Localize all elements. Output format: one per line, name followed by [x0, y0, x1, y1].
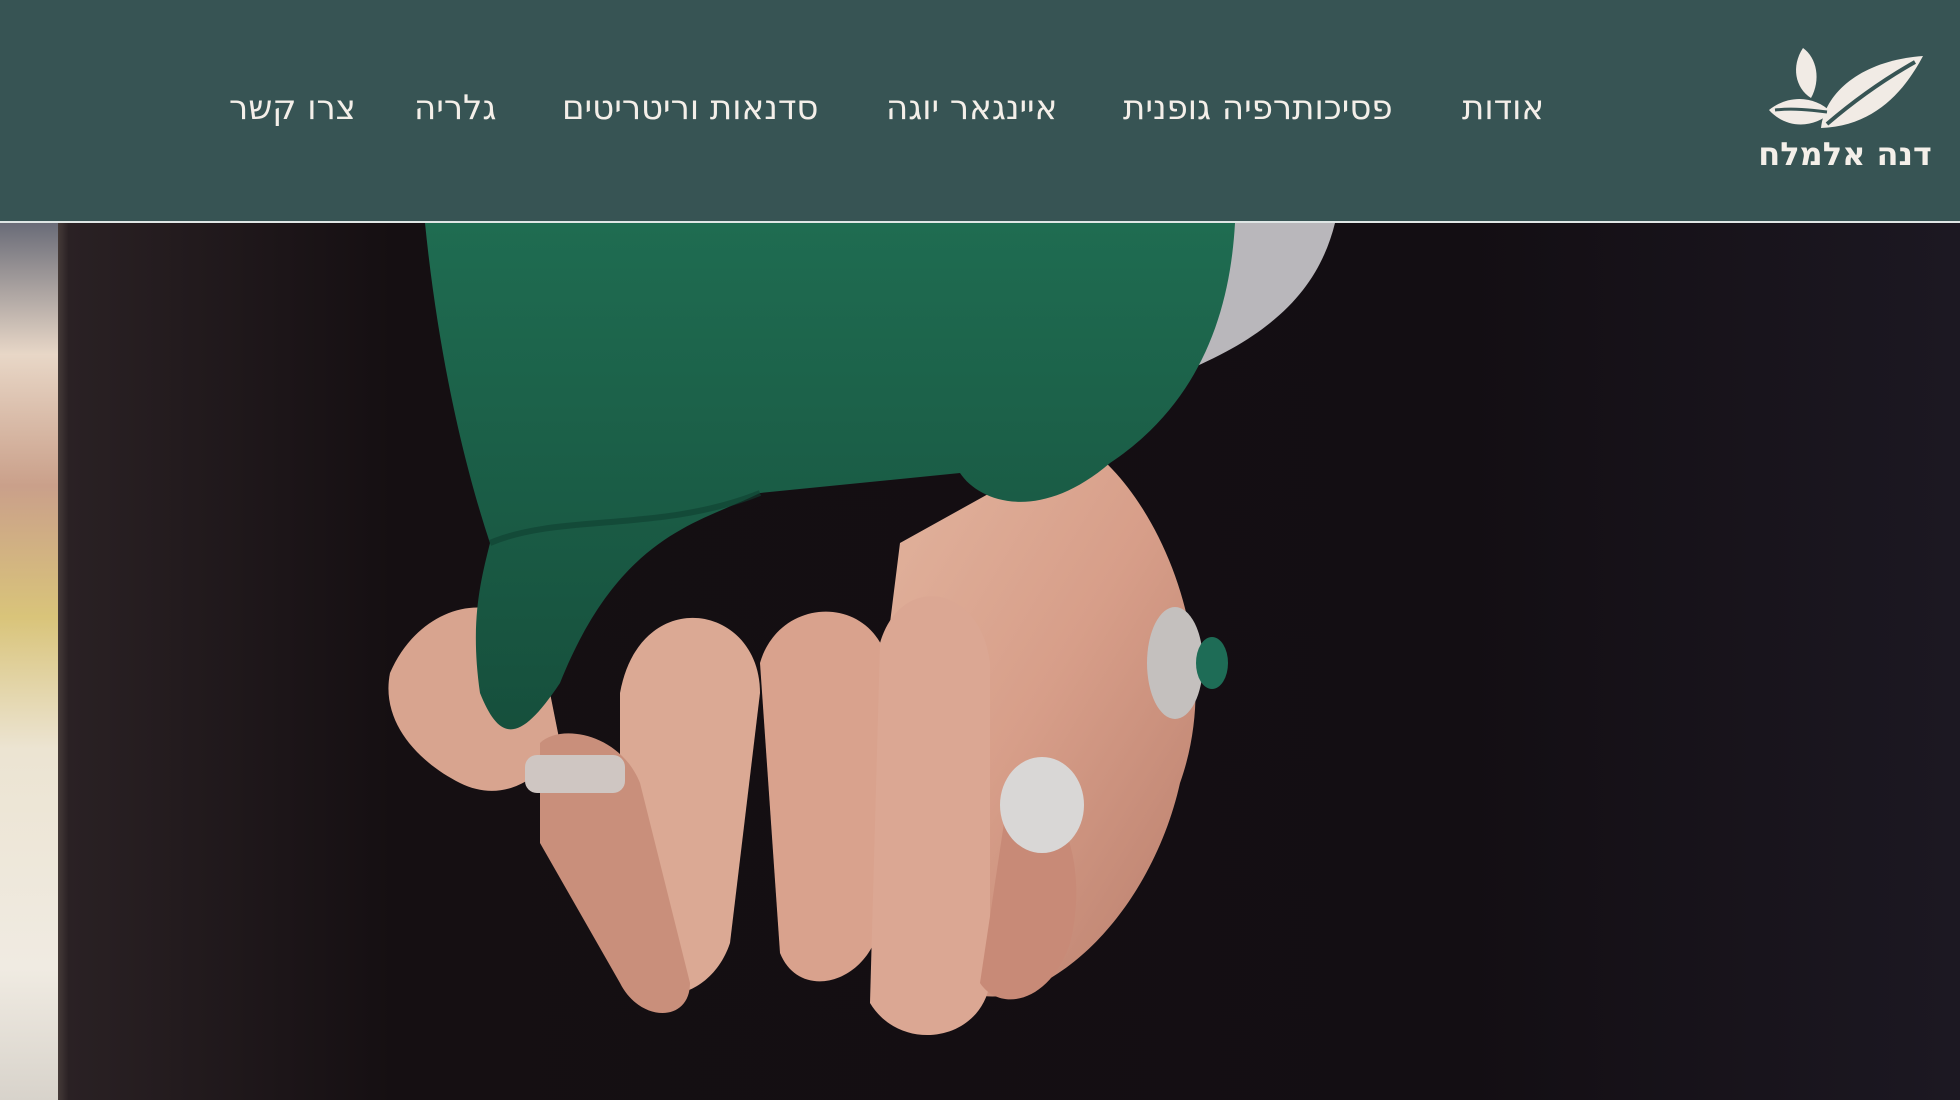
main-nav: אודות פסיכותרפיה גופנית איינגאר יוגה סדנ…: [0, 86, 1960, 130]
logo-name: דנה אלמלח: [1758, 135, 1932, 173]
site-logo[interactable]: דנה אלמלח: [1755, 40, 1935, 180]
nav-item-gallery[interactable]: גלריה: [414, 86, 496, 130]
holding-hands-photo: [0, 223, 1960, 1100]
site-header: אודות פסיכותרפיה גופנית איינגאר יוגה סדנ…: [0, 0, 1960, 222]
leaves-icon: [1769, 48, 1923, 128]
nav-item-about[interactable]: אודות: [1462, 86, 1544, 130]
nav-item-contact[interactable]: צרו קשר: [229, 86, 356, 130]
nav-item-body-psychotherapy[interactable]: פסיכותרפיה גופנית: [1123, 86, 1393, 130]
nav-item-iyengar-yoga[interactable]: איינגאר יוגה: [886, 86, 1057, 130]
nav-item-workshops-retreats[interactable]: סדנאות וריטריטים: [562, 86, 819, 130]
hero-image: [0, 223, 1960, 1100]
